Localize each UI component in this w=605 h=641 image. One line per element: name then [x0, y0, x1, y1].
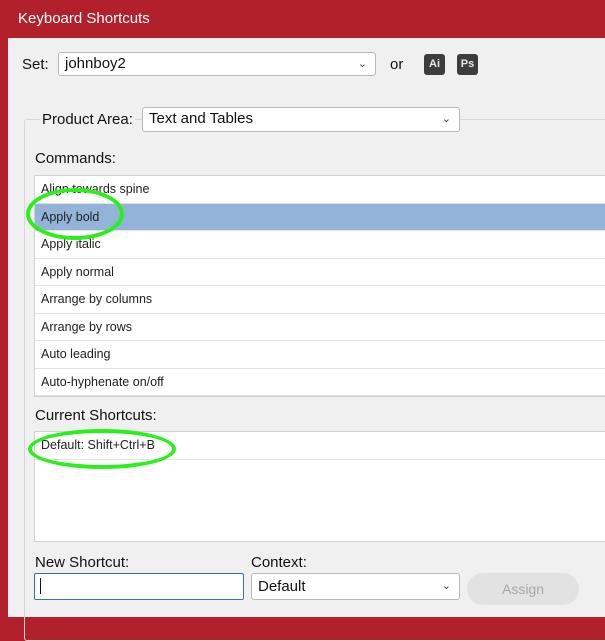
- list-item[interactable]: Apply bold: [35, 203, 605, 231]
- text-caret: [40, 578, 41, 594]
- product-area-select[interactable]: Text and Tables ⌄: [142, 107, 460, 132]
- illustrator-icon[interactable]: Ai: [424, 54, 445, 75]
- set-label: Set:: [22, 56, 49, 73]
- list-item[interactable]: Arrange by columns: [35, 286, 605, 314]
- list-item[interactable]: Default: Shift+Ctrl+B: [35, 432, 605, 460]
- dialog-body: Set: johnboy2 ⌄ or Ai Ps Product Area: T…: [8, 38, 605, 641]
- context-select[interactable]: Default ⌄: [251, 573, 460, 600]
- current-shortcuts-list[interactable]: Default: Shift+Ctrl+B: [34, 431, 605, 542]
- list-item[interactable]: Arrange by rows: [35, 314, 605, 341]
- new-shortcut-label: New Shortcut:: [35, 554, 130, 571]
- assign-button[interactable]: Assign: [467, 573, 579, 605]
- product-area-value: Text and Tables: [149, 110, 253, 127]
- window-title: Keyboard Shortcuts: [8, 0, 605, 38]
- list-item[interactable]: Auto leading: [35, 341, 605, 369]
- photoshop-icon[interactable]: Ps: [457, 54, 478, 75]
- commands-label: Commands:: [35, 150, 116, 167]
- context-value: Default: [258, 578, 306, 595]
- set-select-value: johnboy2: [65, 55, 126, 72]
- list-item[interactable]: Auto-hyphenate on/off: [35, 369, 605, 396]
- or-label: or: [390, 56, 404, 73]
- list-item[interactable]: Apply normal: [35, 259, 605, 286]
- current-shortcuts-label: Current Shortcuts:: [35, 407, 157, 424]
- list-item[interactable]: Apply italic: [35, 231, 605, 259]
- context-label: Context:: [251, 554, 307, 571]
- chevron-down-icon: ⌄: [357, 58, 367, 70]
- chevron-down-icon: ⌄: [441, 580, 451, 592]
- list-item[interactable]: Align towards spine: [35, 176, 605, 204]
- set-select[interactable]: johnboy2 ⌄: [58, 52, 376, 76]
- product-area-label: Product Area:: [40, 111, 135, 128]
- keyboard-shortcuts-dialog: Keyboard Shortcuts Set: johnboy2 ⌄ or Ai…: [0, 0, 605, 641]
- commands-list[interactable]: Align towards spine Apply bold Apply ita…: [34, 175, 605, 397]
- new-shortcut-input[interactable]: [34, 573, 244, 600]
- chevron-down-icon: ⌄: [441, 113, 451, 125]
